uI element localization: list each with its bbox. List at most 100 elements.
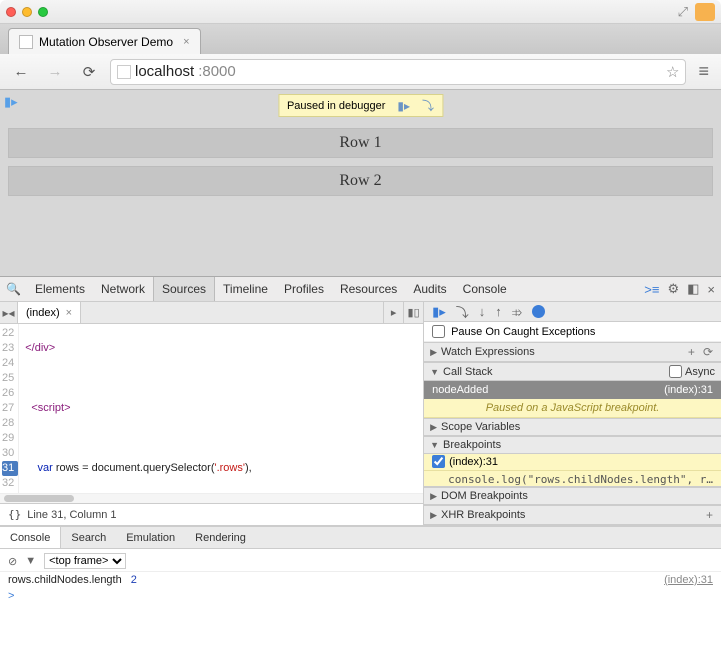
drawer-tab-emulation[interactable]: Emulation <box>116 527 185 548</box>
pause-reason-banner: Paused on a JavaScript breakpoint. <box>424 399 721 418</box>
tab-audits[interactable]: Audits <box>405 277 454 301</box>
forward-button[interactable]: → <box>42 59 68 85</box>
fullscreen-icon[interactable]: ⤢ <box>675 4 691 20</box>
clear-console-button[interactable]: ⊘ <box>8 555 17 568</box>
refresh-watch-button[interactable]: ⟳ <box>701 345 715 359</box>
code-text[interactable]: </div> <script> var rows = document.quer… <box>19 324 423 493</box>
devtools-tabbar: 🔍 Elements Network Sources Timeline Prof… <box>0 276 721 302</box>
debugger-pause-banner: Paused in debugger ▮▸ ⤵ <box>278 94 443 117</box>
add-watch-button[interactable]: + <box>686 345 697 359</box>
console-toolbar: ⊘ ▼ <top frame> <box>0 551 721 572</box>
sources-pane: ▸◂ (index) × ▸ ▮▯ 22 23 24 25 26 27 28 2… <box>0 302 424 525</box>
chevron-right-icon: ▶ <box>430 491 437 502</box>
pause-on-caught-checkbox[interactable] <box>432 325 445 338</box>
navigator-toggle-button[interactable]: ▸◂ <box>0 302 18 323</box>
banner-resume-button[interactable]: ▮▸ <box>397 99 410 113</box>
url-host: localhost <box>135 63 194 80</box>
breakpoints-header[interactable]: ▼ Breakpoints <box>424 436 721 454</box>
console-prompt[interactable]: > <box>0 588 721 604</box>
filter-icon[interactable]: ▼ <box>25 555 36 567</box>
devtools-body: ▸◂ (index) × ▸ ▮▯ 22 23 24 25 26 27 28 2… <box>0 302 721 526</box>
traffic-lights <box>6 7 48 17</box>
pause-on-caught-row[interactable]: Pause On Caught Exceptions <box>424 322 721 342</box>
breakpoint-marker: 31 <box>2 461 18 476</box>
tab-title: Mutation Observer Demo <box>39 35 173 49</box>
chevron-right-icon: ▶ <box>430 347 437 358</box>
drawer-tab-search[interactable]: Search <box>61 527 116 548</box>
watch-expressions-header[interactable]: ▶ Watch Expressions + ⟳ <box>424 342 721 362</box>
close-tab-button[interactable]: × <box>183 36 189 48</box>
close-file-button[interactable]: × <box>66 307 72 319</box>
chrome-menu-button[interactable]: ≡ <box>694 61 713 82</box>
zoom-window-button[interactable] <box>38 7 48 17</box>
tab-timeline[interactable]: Timeline <box>215 277 276 301</box>
drawer-toggle-icon[interactable]: >≡ <box>644 282 659 297</box>
console-source-link[interactable]: (index):31 <box>664 574 713 586</box>
line-gutter[interactable]: 22 23 24 25 26 27 28 29 30 31 32 33 34 3… <box>0 324 19 493</box>
file-tab[interactable]: (index) × <box>18 302 81 323</box>
chevron-right-icon: ▶ <box>430 510 437 521</box>
pause-on-exceptions-button[interactable] <box>532 305 545 318</box>
reload-button[interactable]: ⟳ <box>76 59 102 85</box>
chevron-down-icon: ▼ <box>430 440 439 450</box>
settings-icon[interactable]: ⚙ <box>667 281 679 297</box>
devtools-close-icon[interactable]: × <box>707 282 715 297</box>
async-checkbox[interactable] <box>669 365 682 378</box>
breakpoint-entry[interactable]: (index):31 <box>424 454 721 471</box>
banner-step-button[interactable]: ⤵ <box>422 97 434 114</box>
inspect-icon[interactable]: 🔍 <box>6 282 21 296</box>
horizontal-scrollbar[interactable] <box>0 493 423 503</box>
favicon-icon <box>19 35 33 49</box>
macos-titlebar: ⤢ <box>0 0 721 24</box>
file-history-button[interactable]: ▸ <box>383 302 403 323</box>
tab-resources[interactable]: Resources <box>332 277 405 301</box>
scope-variables-header[interactable]: ▶ Scope Variables <box>424 418 721 436</box>
debugger-toolbar: ▮▸ ⤵ ↓ ↑ ⤃ <box>424 302 721 322</box>
page-viewport: ▮▸ Paused in debugger ▮▸ ⤵ Row 1 Row 2 <box>0 90 721 276</box>
tab-network[interactable]: Network <box>93 277 153 301</box>
tab-profiles[interactable]: Profiles <box>276 277 332 301</box>
resume-button[interactable]: ▮▸ <box>432 304 446 320</box>
minimize-window-button[interactable] <box>22 7 32 17</box>
file-tab-name: (index) <box>26 307 60 319</box>
content-row: Row 2 <box>8 166 713 196</box>
code-editor[interactable]: 22 23 24 25 26 27 28 29 30 31 32 33 34 3… <box>0 324 423 493</box>
step-over-button[interactable]: ⤵ <box>456 302 469 321</box>
call-stack-header[interactable]: ▼ Call Stack Async <box>424 362 721 381</box>
resume-overlay-button[interactable]: ▮▸ <box>4 94 18 110</box>
deactivate-breakpoints-button[interactable]: ⤃ <box>512 304 522 320</box>
tab-sources[interactable]: Sources <box>153 277 215 301</box>
step-into-button[interactable]: ↓ <box>479 304 486 319</box>
back-button[interactable]: ← <box>8 59 34 85</box>
close-window-button[interactable] <box>6 7 16 17</box>
tab-elements[interactable]: Elements <box>27 277 93 301</box>
step-out-button[interactable]: ↑ <box>495 304 502 319</box>
breakpoint-preview: console.log("rows.childNodes.length", r… <box>424 471 721 488</box>
drawer-tab-console[interactable]: Console <box>0 527 61 548</box>
call-stack-frame[interactable]: nodeAdded (index):31 <box>424 381 721 399</box>
file-tabstrip: ▸◂ (index) × ▸ ▮▯ <box>0 302 423 324</box>
cursor-position: Line 31, Column 1 <box>27 509 116 521</box>
url-port: :8000 <box>198 63 236 80</box>
browser-tab[interactable]: Mutation Observer Demo × <box>8 28 201 54</box>
dock-icon[interactable]: ◧ <box>687 281 699 297</box>
breakpoint-checkbox[interactable] <box>432 455 445 468</box>
xhr-breakpoints-header[interactable]: ▶ XHR Breakpoints + <box>424 505 721 525</box>
address-bar[interactable]: localhost:8000 ☆ <box>110 59 686 85</box>
add-xhr-breakpoint-button[interactable]: + <box>704 508 715 522</box>
bookmark-star-icon[interactable]: ☆ <box>666 63 679 81</box>
tab-console[interactable]: Console <box>455 277 515 301</box>
chevron-down-icon: ▼ <box>430 367 439 377</box>
page-icon <box>117 65 131 79</box>
dom-breakpoints-header[interactable]: ▶ DOM Breakpoints <box>424 487 721 505</box>
browser-toolbar: ← → ⟳ localhost:8000 ☆ ≡ <box>0 54 721 90</box>
console-panel: ⊘ ▼ <top frame> rows.childNodes.length 2… <box>0 548 721 606</box>
sidebar-toggle-button[interactable]: ▮▯ <box>403 302 423 323</box>
browser-tabstrip: Mutation Observer Demo × <box>0 24 721 54</box>
frame-selector[interactable]: <top frame> <box>44 553 126 569</box>
drawer-tab-rendering[interactable]: Rendering <box>185 527 256 548</box>
pretty-print-button[interactable]: {} <box>8 508 21 521</box>
console-message: rows.childNodes.length 2 <box>8 574 664 586</box>
pause-banner-text: Paused in debugger <box>287 100 385 112</box>
chevron-right-icon: ▶ <box>430 422 437 433</box>
